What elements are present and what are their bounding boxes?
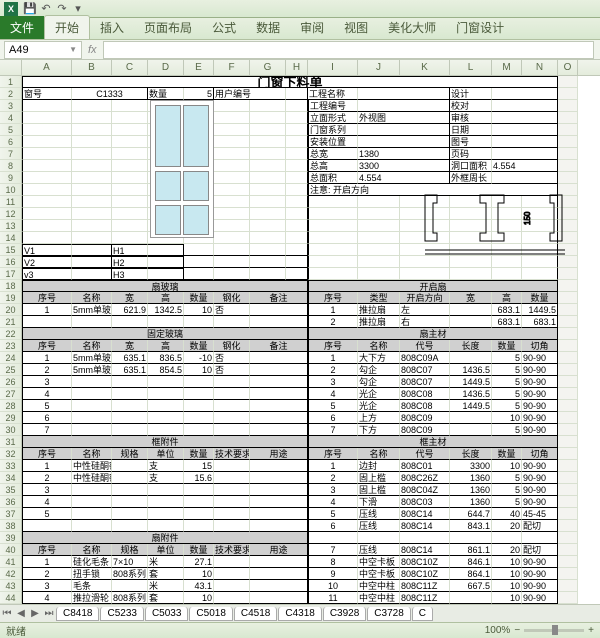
zoom-slider[interactable] [524, 629, 584, 632]
ribbon: 文件 开始 插入 页面布局 公式 数据 审阅 视图 美化大师 门窗设计 [0, 18, 600, 40]
excel-icon: X [4, 2, 18, 16]
sheet-tab-C5233[interactable]: C5233 [100, 607, 143, 621]
window-elevation-drawing [150, 100, 214, 238]
sheet-tab-C3728[interactable]: C3728 [367, 607, 410, 621]
qat-redo-button[interactable]: ↷ [54, 2, 70, 16]
tab-insert[interactable]: 插入 [90, 16, 134, 39]
tab-formula[interactable]: 公式 [202, 16, 246, 39]
tab-layout[interactable]: 页面布局 [134, 16, 202, 39]
sheet-nav-prev[interactable]: ◀ [14, 608, 28, 619]
profile-section-drawing: 150 [420, 190, 570, 260]
fx-icon[interactable]: fx [88, 44, 97, 56]
sheet-tab-C4518[interactable]: C4518 [234, 607, 277, 621]
tab-file[interactable]: 文件 [0, 16, 44, 39]
name-box[interactable]: A49▼ [4, 41, 82, 59]
sheet-tab-bar: ⏮ ◀ ▶ ⏭ C8418C5233C5033C5018C4518C4318C3… [0, 604, 600, 622]
sheet-tab-C5033[interactable]: C5033 [145, 607, 188, 621]
sheet-nav-last[interactable]: ⏭ [42, 608, 56, 619]
svg-text:150: 150 [523, 211, 532, 225]
qat-dropdown[interactable]: ▾ [70, 2, 86, 16]
worksheet-grid[interactable]: ABCDEFGHIJKLMNO 1门窗下料单2窗号C1333数量5用户编号工程名… [0, 60, 600, 617]
tab-beautify[interactable]: 美化大师 [378, 16, 446, 39]
sheet-tab-C8418[interactable]: C8418 [56, 607, 99, 621]
sheet-tab-C[interactable]: C [412, 607, 433, 621]
tab-view[interactable]: 视图 [334, 16, 378, 39]
sheet-nav-next[interactable]: ▶ [28, 608, 42, 619]
qat-undo-button[interactable]: ↶ [38, 2, 54, 16]
formula-bar[interactable] [103, 41, 594, 59]
tab-window-design[interactable]: 门窗设计 [446, 16, 514, 39]
zoom-label: 100% [485, 625, 511, 636]
tab-data[interactable]: 数据 [246, 16, 290, 39]
sheet-tab-C5018[interactable]: C5018 [189, 607, 232, 621]
status-ready: 就绪 [6, 623, 26, 638]
sheet-nav-first[interactable]: ⏮ [0, 608, 14, 619]
sheet-tab-C3928[interactable]: C3928 [323, 607, 366, 621]
tab-home[interactable]: 开始 [44, 15, 90, 39]
zoom-in-button[interactable]: + [588, 625, 594, 636]
zoom-out-button[interactable]: − [514, 625, 520, 636]
tab-review[interactable]: 审阅 [290, 16, 334, 39]
sheet-tab-C4318[interactable]: C4318 [278, 607, 321, 621]
status-bar: 就绪 100% − + [0, 622, 600, 638]
qat-save-button[interactable]: 💾 [22, 2, 38, 16]
formula-bar-row: A49▼ fx [0, 40, 600, 60]
